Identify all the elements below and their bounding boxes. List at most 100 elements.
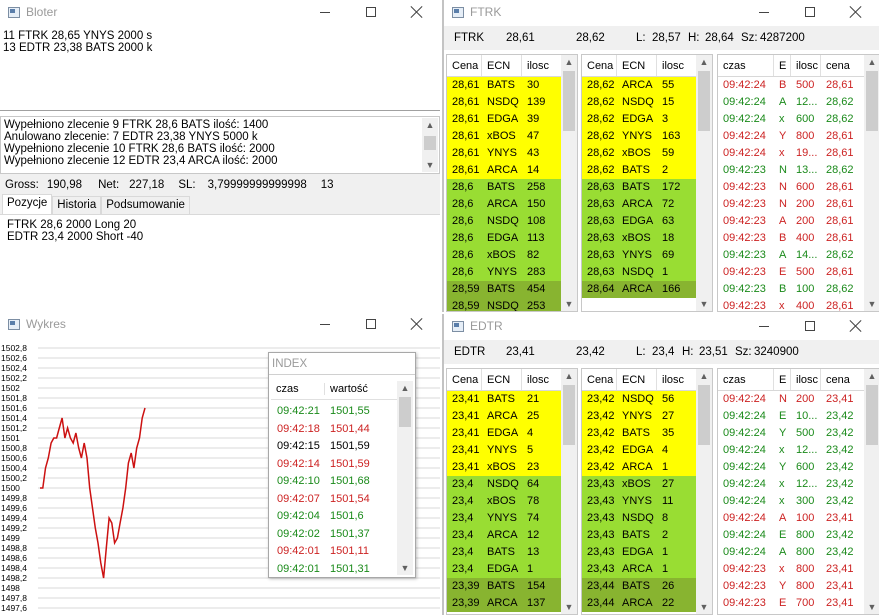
scroll-down-icon[interactable]: ▼ <box>561 600 577 614</box>
minimize-button[interactable] <box>741 0 787 24</box>
col-ilosc[interactable]: ilosc <box>657 55 697 76</box>
index-row[interactable]: 09:42:21 1501,55 <box>271 403 399 421</box>
book-row[interactable]: 28,63 BATS 172 <box>582 179 712 196</box>
trade-row[interactable]: 09:42:24 x 600 28,62 <box>718 111 879 128</box>
book-row[interactable]: 28,62 NSDQ 15 <box>582 94 712 111</box>
col-cena[interactable]: Cena <box>582 55 617 76</box>
index-row[interactable]: 09:42:10 1501,68 <box>271 473 399 491</box>
col-czas[interactable]: czas <box>718 369 774 390</box>
list-item[interactable]: 11 FTRK 28,65 YNYS 2000 s <box>3 30 433 42</box>
trade-row[interactable]: 09:42:24 Y 800 28,61 <box>718 128 879 145</box>
book-row[interactable]: 28,61 NSDQ 139 <box>447 94 577 111</box>
book-row[interactable]: 28,6 xBOS 82 <box>447 247 577 264</box>
ask-book[interactable]: Cena ECN ilosc 23,42 NSDQ 56 23,42 YNYS 27 23,42 B… <box>581 368 713 615</box>
col-czas[interactable]: czas <box>271 382 325 395</box>
index-row[interactable]: 09:42:01 1501,31 <box>271 561 399 579</box>
scroll-up-icon[interactable]: ▲ <box>864 55 879 69</box>
book-row[interactable]: 23,41 xBOS 23 <box>447 459 577 476</box>
log-box[interactable]: Wypełniono zlecenie 9 FTRK 28,6 BATS ilo… <box>0 116 440 174</box>
book-row[interactable]: 23,43 NSDQ 8 <box>582 510 712 527</box>
maximize-button[interactable] <box>787 314 833 338</box>
book-row[interactable]: 28,6 BATS 258 <box>447 179 577 196</box>
book-row[interactable]: 23,4 NSDQ 64 <box>447 476 577 493</box>
book-row[interactable]: 28,6 EDGA 113 <box>447 230 577 247</box>
close-button[interactable] <box>394 0 440 24</box>
scroll-thumb[interactable] <box>866 71 878 131</box>
trade-row[interactable]: 09:42:23 x 400 28,61 <box>718 298 879 311</box>
minimize-button[interactable] <box>302 312 348 336</box>
book-scrollbar[interactable]: ▲ ▼ <box>561 55 577 311</box>
book-row[interactable]: 23,39 ARCA 137 <box>447 595 577 612</box>
trade-row[interactable]: 09:42:24 A 100 23,41 <box>718 510 879 527</box>
col-ilosc[interactable]: ilosc <box>791 369 821 390</box>
col-e[interactable]: E <box>774 369 791 390</box>
col-cena[interactable]: Cena <box>582 369 617 390</box>
scroll-up-icon[interactable]: ▲ <box>864 369 879 383</box>
open-orders-list[interactable]: 11 FTRK 28,65 YNYS 2000 s 13 EDTR 23,38 … <box>3 30 433 110</box>
trade-row[interactable]: 09:42:24 x 12... 23,42 <box>718 442 879 459</box>
index-row[interactable]: 09:42:04 1501,6 <box>271 508 399 526</box>
close-button[interactable] <box>833 0 879 24</box>
wykres-titlebar[interactable]: Wykres <box>0 312 440 336</box>
col-wartosc[interactable]: wartość <box>325 383 368 395</box>
tab-podsumowanie[interactable]: Podsumowanie <box>101 196 190 214</box>
tab-pozycje[interactable]: Pozycje <box>2 194 53 214</box>
col-ilosc[interactable]: ilosc <box>791 55 821 76</box>
book-row[interactable]: 23,43 xBOS 27 <box>582 476 712 493</box>
trade-row[interactable]: 09:42:23 N 13... 28,62 <box>718 162 879 179</box>
trade-row[interactable]: 09:42:24 Y 600 23,42 <box>718 459 879 476</box>
book-row[interactable]: 28,63 YNYS 69 <box>582 247 712 264</box>
book-row[interactable]: 28,6 YNYS 283 <box>447 264 577 281</box>
list-item[interactable]: EDTR 23,4 2000 Short -40 <box>7 231 433 243</box>
book-row[interactable]: 28,62 YNYS 163 <box>582 128 712 145</box>
minimize-button[interactable] <box>302 0 348 24</box>
col-ecn[interactable]: ECN <box>617 369 657 390</box>
trade-row[interactable]: 09:42:24 B 500 28,61 <box>718 77 879 94</box>
col-ilosc[interactable]: ilosc <box>657 369 697 390</box>
trade-row[interactable]: 09:42:23 A 200 28,61 <box>718 213 879 230</box>
book-scrollbar[interactable]: ▲ ▼ <box>561 369 577 614</box>
book-row[interactable]: 23,41 YNYS 5 <box>447 442 577 459</box>
book-scrollbar[interactable]: ▲ ▼ <box>864 55 879 311</box>
book-row[interactable]: 28,63 EDGA 63 <box>582 213 712 230</box>
index-row[interactable]: 09:42:18 1501,44 <box>271 421 399 439</box>
scroll-down-icon[interactable]: ▼ <box>397 561 413 575</box>
book-scrollbar[interactable]: ▲ ▼ <box>696 55 712 311</box>
book-row[interactable]: 28,61 BATS 30 <box>447 77 577 94</box>
book-scrollbar[interactable]: ▲ ▼ <box>696 369 712 614</box>
book-row[interactable]: 28,63 ARCA 72 <box>582 196 712 213</box>
ftrk-titlebar[interactable]: FTRK <box>444 0 879 24</box>
close-button[interactable] <box>833 314 879 338</box>
book-row[interactable]: 23,43 EDGA 1 <box>582 544 712 561</box>
trades-list[interactable]: czas Eilosc cena 09:42:24 N 200 23,41 09:42:24 E… <box>717 368 879 615</box>
col-cena[interactable]: Cena <box>447 369 482 390</box>
close-button[interactable] <box>394 312 440 336</box>
scroll-up-icon[interactable]: ▲ <box>561 55 577 69</box>
book-row[interactable]: 23,41 ARCA 25 <box>447 408 577 425</box>
trade-row[interactable]: 09:42:24 A 12... 28,62 <box>718 94 879 111</box>
book-row[interactable]: 28,61 YNYS 43 <box>447 145 577 162</box>
scroll-thumb[interactable] <box>866 385 878 445</box>
bid-book[interactable]: Cena ECN ilosc 28,61 BATS 30 28,61 NSDQ 139 28,61… <box>446 54 578 312</box>
book-row[interactable]: 23,4 ARCA 12 <box>447 527 577 544</box>
scroll-thumb[interactable] <box>698 385 710 445</box>
trade-row[interactable]: 09:42:23 Y 800 23,41 <box>718 578 879 595</box>
scroll-up-icon[interactable]: ▲ <box>696 55 712 69</box>
book-row[interactable]: 28,64 ARCA 166 <box>582 281 712 298</box>
minimize-button[interactable] <box>741 314 787 338</box>
scroll-down-icon[interactable]: ▼ <box>864 600 879 614</box>
book-row[interactable]: 23,44 BATS 26 <box>582 578 712 595</box>
book-row[interactable]: 28,6 ARCA 150 <box>447 196 577 213</box>
trade-row[interactable]: 09:42:23 E 700 23,41 <box>718 595 879 612</box>
scroll-up-icon[interactable]: ▲ <box>696 369 712 383</box>
index-row[interactable]: 09:42:02 1501,37 <box>271 526 399 544</box>
index-row[interactable]: 09:42:14 1501,59 <box>271 456 399 474</box>
col-e[interactable]: E <box>774 55 791 76</box>
scroll-thumb[interactable] <box>563 71 575 131</box>
scroll-down-icon[interactable]: ▼ <box>561 297 577 311</box>
trades-list[interactable]: czas Eilosc cena 09:42:24 B 500 28,61 09:42:24 A… <box>717 54 879 312</box>
book-row[interactable]: 28,61 EDGA 39 <box>447 111 577 128</box>
col-ecn[interactable]: ECN <box>617 55 657 76</box>
scroll-thumb[interactable] <box>563 385 575 445</box>
book-row[interactable]: 23,43 YNYS 11 <box>582 493 712 510</box>
